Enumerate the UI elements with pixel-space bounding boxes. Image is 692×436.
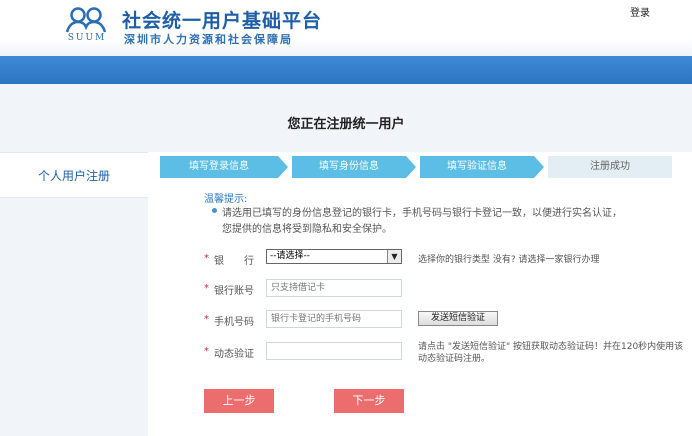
bank-hint: 选择你的银行类型 没有? 请选择一家银行办理	[418, 255, 600, 265]
code-row: * 动态验证 请点击 "发送短信验证" 按钮获取动态验证码！并在120秒内使用该…	[148, 342, 692, 364]
site-subtitle: 深圳市人力资源和社会保障局	[124, 33, 293, 46]
bank-label: 银 行	[214, 256, 254, 267]
header-band	[0, 56, 692, 84]
required-mark: *	[204, 314, 209, 325]
step-identity-info: 填写身份信息	[292, 156, 406, 178]
main-panel: 填写登录信息 填写身份信息 填写验证信息 注册成功 温馨提示: 请选用已填写的身…	[148, 152, 692, 436]
code-hint-2: 动态验证码注册。	[418, 354, 491, 364]
login-link[interactable]: 登录	[630, 4, 650, 19]
sidebar: 个人用户注册	[0, 152, 148, 436]
site-header: SUUM 社会统一用户基础平台 深圳市人力资源和社会保障局 登录	[0, 0, 692, 56]
site-title: 社会统一用户基础平台	[122, 10, 323, 32]
code-label: 动态验证	[214, 349, 254, 360]
bank-row: * 银 行 --请选择-- ▼ 选择你的银行类型 没有? 请选择一家银行办理	[148, 249, 692, 271]
step-verify-info: 填写验证信息	[420, 156, 534, 178]
bullet-icon	[212, 208, 217, 213]
phone-row: * 手机号码 发送短信验证	[148, 310, 692, 332]
required-mark: *	[204, 346, 209, 357]
required-mark: *	[204, 253, 209, 264]
tips-title: 温馨提示:	[204, 194, 248, 205]
tips-line-2: 您提供的信息将受到隐私和安全保护。	[222, 224, 392, 235]
sidebar-item-personal-register[interactable]: 个人用户注册	[0, 152, 148, 198]
account-row: * 银行账号	[148, 279, 692, 301]
step-progress: 填写登录信息 填写身份信息 填写验证信息 注册成功	[160, 156, 672, 178]
required-mark: *	[204, 283, 209, 294]
next-step-button[interactable]: 下一步	[334, 389, 404, 413]
step-arrow-icon	[278, 156, 288, 178]
chevron-down-icon[interactable]: ▼	[387, 250, 401, 263]
phone-label: 手机号码	[214, 317, 254, 328]
step-arrow-icon	[406, 156, 416, 178]
bank-select[interactable]: --请选择-- ▼	[266, 249, 402, 264]
step-success: 注册成功	[548, 156, 672, 178]
page-title: 您正在注册统一用户	[287, 117, 405, 132]
prev-step-button[interactable]: 上一步	[204, 389, 274, 413]
bank-account-input[interactable]	[266, 279, 402, 297]
logo-text: SUUM	[67, 33, 107, 43]
phone-input[interactable]	[266, 310, 402, 328]
step-arrow-icon	[534, 156, 544, 178]
step-login-info: 填写登录信息	[160, 156, 278, 178]
account-label: 银行账号	[214, 286, 254, 297]
bank-select-value: --请选择--	[270, 251, 310, 261]
tips-line-1: 请选用已填写的身份信息登记的银行卡，手机号码与银行卡登记一致，以便进行实名认证，	[222, 208, 622, 219]
send-sms-button[interactable]: 发送短信验证	[418, 311, 498, 326]
verify-code-input[interactable]	[266, 342, 402, 360]
